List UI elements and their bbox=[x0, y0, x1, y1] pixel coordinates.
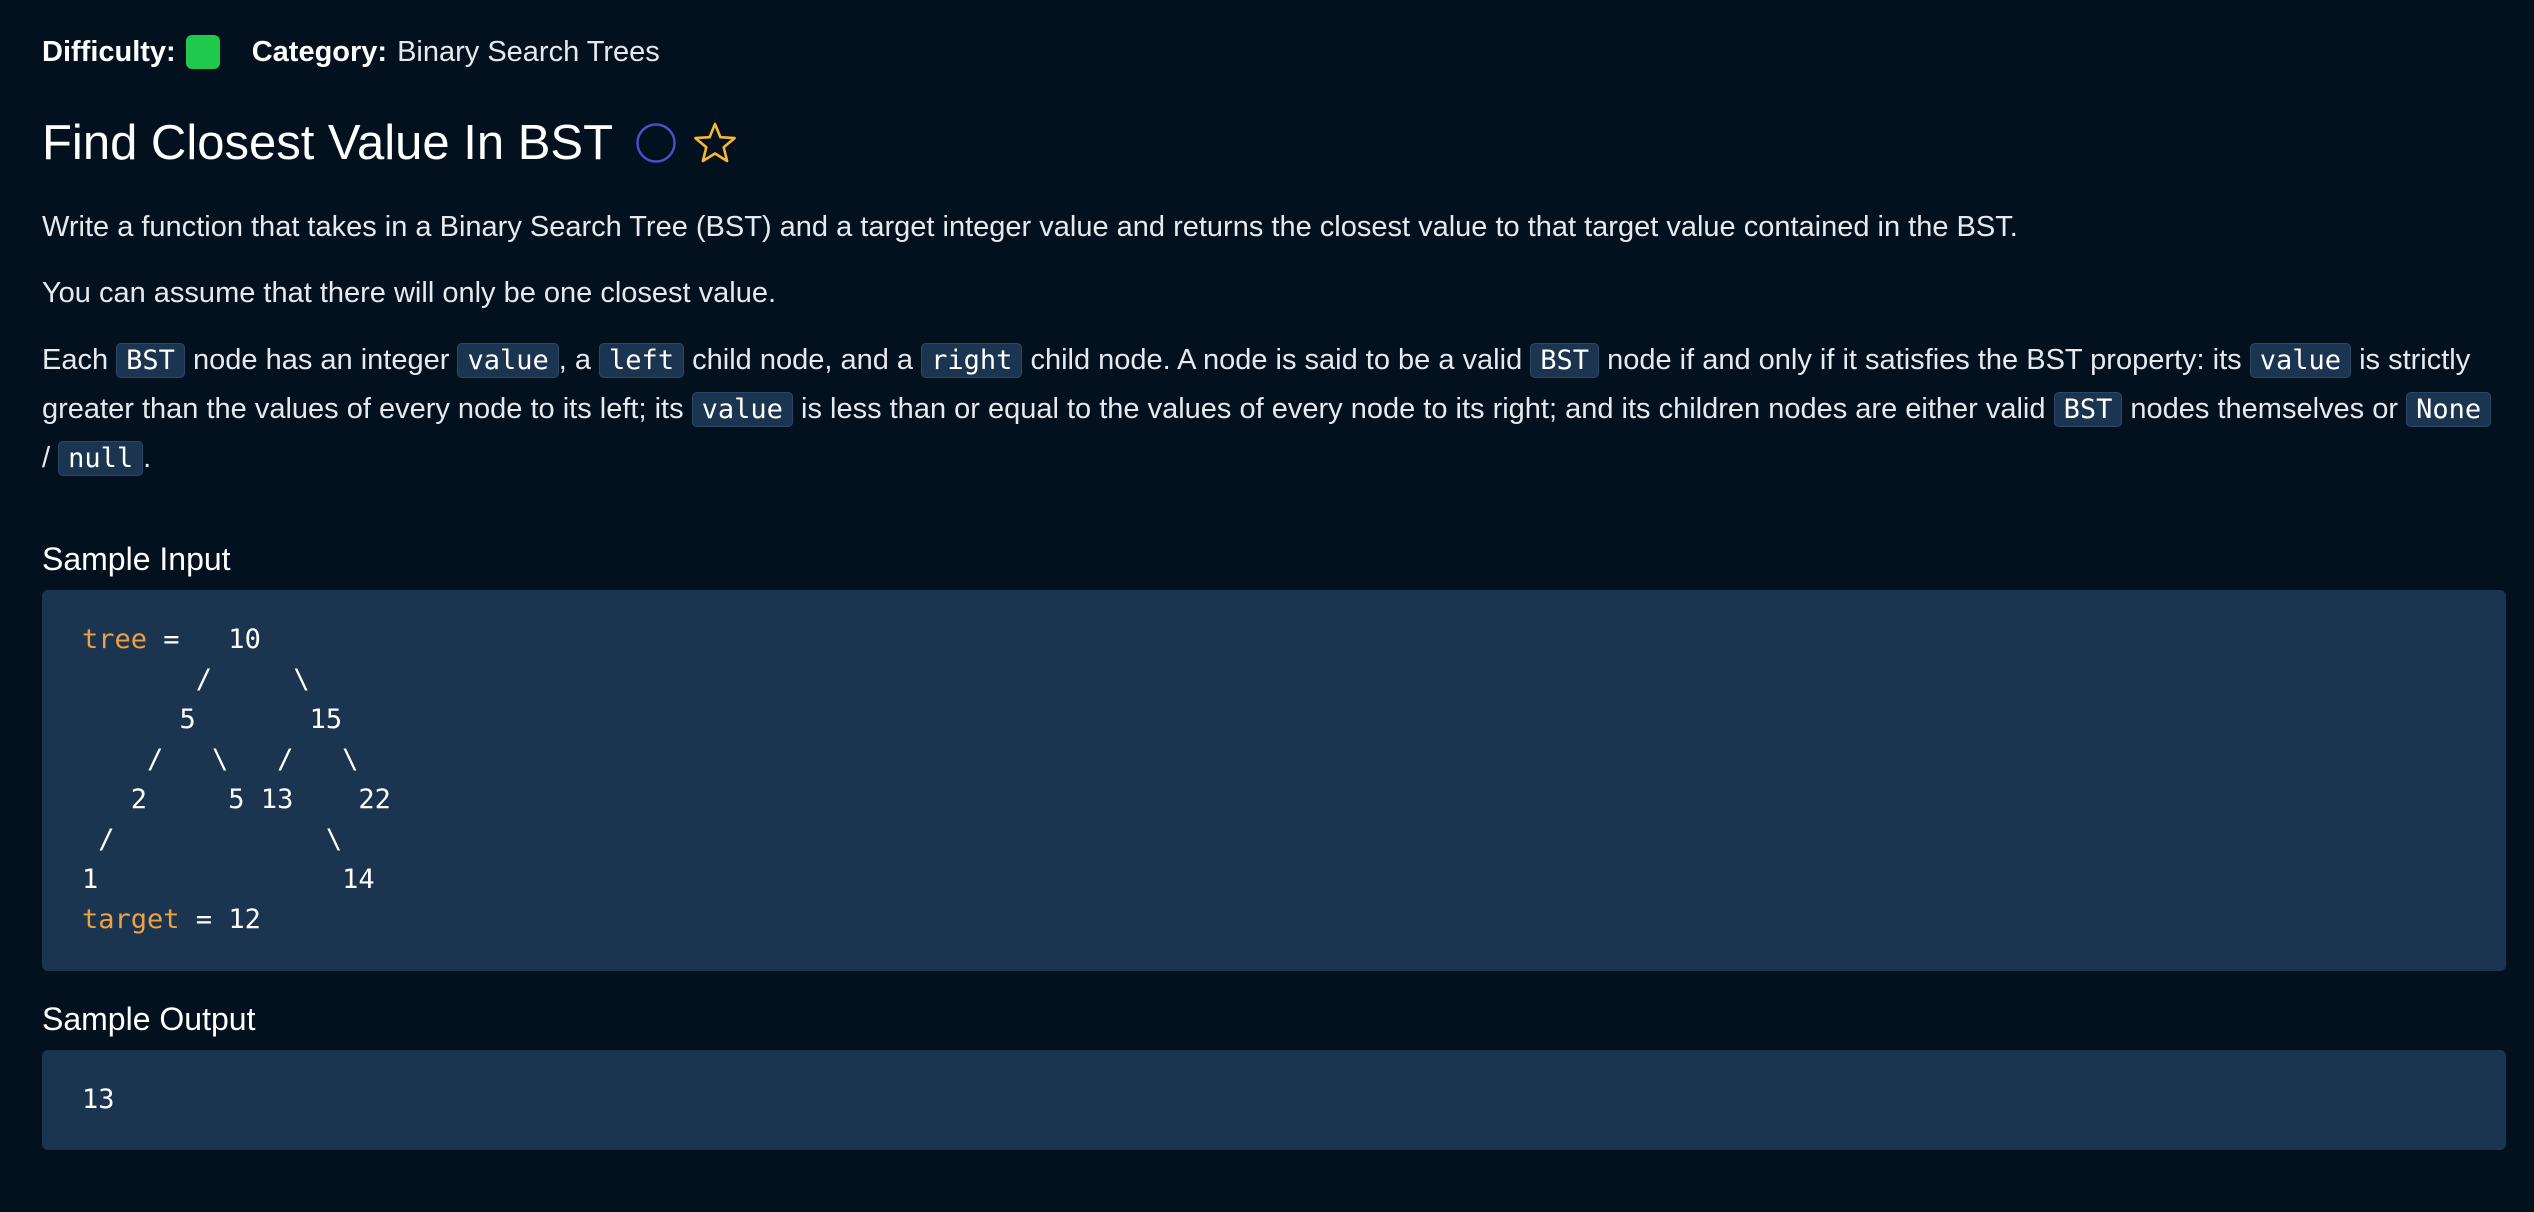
desc-text: node if and only if it satisfies the BST… bbox=[1607, 344, 2242, 376]
category-value: Binary Search Trees bbox=[397, 35, 660, 68]
sample-input-heading: Sample Input bbox=[42, 541, 231, 577]
page-title: Find Closest Value In BST bbox=[42, 116, 614, 170]
sample-input-code: tree = 10 / \ 5 15 / \ / \ 2 5 13 22 / \… bbox=[82, 620, 391, 940]
problem-meta: Difficulty: Category: Binary Search Tree… bbox=[42, 32, 660, 72]
inline-code: value bbox=[457, 343, 559, 378]
desc-text: / bbox=[42, 442, 51, 474]
description-paragraph-2: You can assume that there will only be o… bbox=[42, 277, 777, 309]
sample-output-code-block: 13 bbox=[42, 1050, 2506, 1150]
desc-text: is less than or equal to the values of e… bbox=[801, 393, 2046, 425]
inline-code: None bbox=[2406, 392, 2492, 427]
difficulty-indicator bbox=[185, 35, 220, 69]
inline-code: BST bbox=[2053, 392, 2123, 427]
inline-code: value bbox=[691, 392, 793, 427]
title-row: Find Closest Value In BST bbox=[42, 108, 739, 178]
description-paragraph-1: Write a function that takes in a Binary … bbox=[42, 211, 2018, 243]
desc-text: , a bbox=[558, 344, 591, 376]
desc-text: child node, and a bbox=[692, 344, 914, 376]
code-text: = 10 bbox=[147, 624, 261, 655]
desc-text: node has an integer bbox=[193, 344, 450, 376]
star-icon[interactable] bbox=[691, 119, 739, 167]
difficulty-label: Difficulty: bbox=[42, 35, 176, 68]
category-label: Category: bbox=[251, 35, 388, 68]
desc-text: nodes themselves or bbox=[2130, 393, 2398, 425]
description-paragraph-3: Each BST node has an integer value, a le… bbox=[42, 336, 2506, 483]
desc-text: Each bbox=[42, 344, 109, 376]
desc-text: child node. A node is said to be a valid bbox=[1030, 344, 1523, 376]
code-tree-diagram: / \ 5 15 / \ / \ 2 5 13 22 / \ 1 14 bbox=[82, 664, 391, 895]
inline-code: null bbox=[58, 441, 144, 476]
code-text: = 12 bbox=[179, 904, 261, 935]
inline-code: left bbox=[599, 343, 685, 378]
code-keyword-tree: tree bbox=[82, 624, 148, 655]
code-keyword-target: target bbox=[82, 904, 180, 935]
desc-text: . bbox=[143, 442, 152, 474]
sample-input-code-block: tree = 10 / \ 5 15 / \ / \ 2 5 13 22 / \… bbox=[42, 590, 2506, 971]
sample-output-heading: Sample Output bbox=[42, 1001, 256, 1037]
inline-code: right bbox=[921, 343, 1023, 378]
inline-code: BST bbox=[1530, 343, 1600, 378]
inline-code: BST bbox=[116, 343, 185, 378]
inline-code: value bbox=[2249, 343, 2352, 378]
sample-output-code: 13 bbox=[82, 1084, 115, 1115]
circle-icon[interactable] bbox=[635, 122, 677, 164]
